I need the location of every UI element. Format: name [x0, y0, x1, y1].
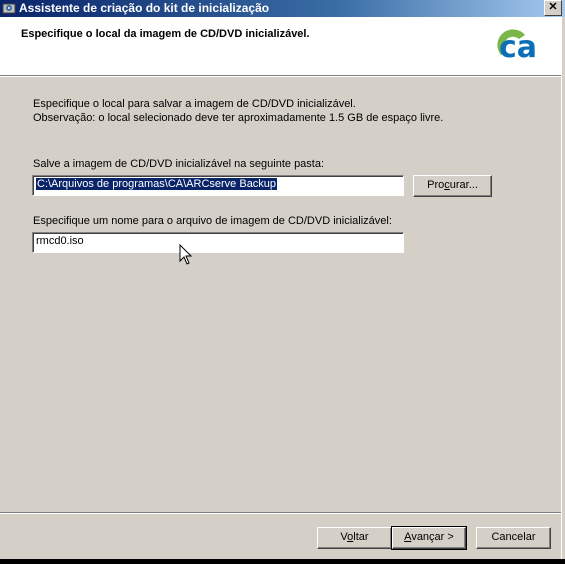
- page-title: Especifique o local da imagem de CD/DVD …: [21, 28, 310, 40]
- mouse-cursor-icon: [179, 244, 193, 265]
- cancel-button[interactable]: Cancelar: [476, 527, 551, 549]
- filename-input[interactable]: rmcd0.iso: [32, 232, 404, 253]
- folder-value: C:\Arquivos de programas\CA\ARCserve Bac…: [36, 178, 278, 190]
- browse-button[interactable]: Procurar...: [413, 175, 492, 197]
- filename-label: Especifique um nome para o arquivo de im…: [33, 215, 392, 227]
- filename-value: rmcd0.iso: [36, 235, 84, 247]
- back-button[interactable]: Voltar: [317, 527, 392, 549]
- window-title: Assistente de criação do kit de iniciali…: [19, 1, 270, 15]
- taskbar-strip: [0, 559, 565, 564]
- wizard-header: Especifique o local da imagem de CD/DVD …: [0, 17, 565, 76]
- folder-input[interactable]: C:\Arquivos de programas\CA\ARCserve Bac…: [32, 175, 404, 196]
- logo-text: ca: [499, 30, 537, 65]
- intro-line-1: Especifique o local para salvar a imagem…: [33, 98, 356, 110]
- app-icon: [2, 3, 16, 14]
- close-icon: ✕: [548, 1, 558, 13]
- window-frame-right: [561, 17, 565, 564]
- ca-logo: ca: [497, 29, 537, 65]
- intro-line-2: Observação: o local selecionado deve ter…: [33, 112, 444, 124]
- header-divider: [0, 76, 565, 77]
- folder-label: Salve a imagem de CD/DVD inicializável n…: [33, 158, 325, 170]
- next-button[interactable]: Avançar >: [391, 526, 467, 550]
- close-button[interactable]: ✕: [544, 0, 562, 16]
- title-bar: Assistente de criação do kit de iniciali…: [0, 0, 565, 17]
